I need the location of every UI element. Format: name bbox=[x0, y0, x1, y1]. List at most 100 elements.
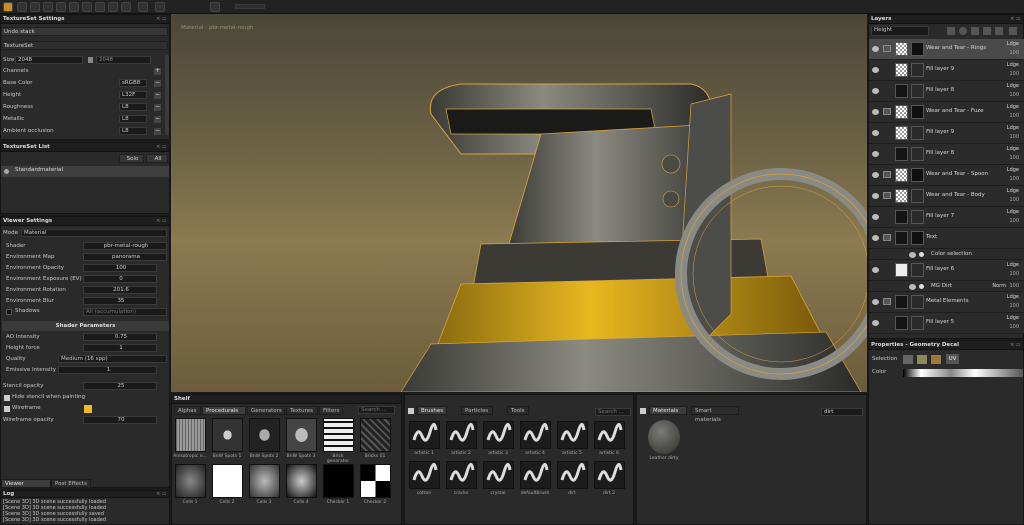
shelf-tile-thumbnail[interactable] bbox=[212, 418, 243, 452]
shelf-tile-thumbnail[interactable] bbox=[286, 464, 317, 498]
layer-opacity[interactable]: 100 bbox=[1009, 71, 1019, 77]
link-icon[interactable] bbox=[88, 57, 93, 63]
layer-blend-mode[interactable]: Ldge bbox=[1007, 262, 1019, 268]
brush-thumbnail[interactable] bbox=[520, 461, 551, 489]
grid-view-icon[interactable] bbox=[408, 408, 414, 414]
channel-format-select[interactable]: L8 bbox=[119, 115, 147, 123]
visibility-icon[interactable] bbox=[872, 88, 879, 94]
channel-select[interactable]: Height bbox=[871, 26, 929, 36]
layer-blend-mode[interactable]: Ldge bbox=[1007, 83, 1019, 89]
layer-blend-mode[interactable]: Ldge bbox=[1007, 167, 1019, 173]
layer-opacity[interactable]: 100 bbox=[1009, 197, 1019, 203]
shelf-tab[interactable]: Filters bbox=[319, 406, 343, 415]
env-blur-slider[interactable]: 35 bbox=[83, 297, 157, 305]
close-icon[interactable]: × ▫ bbox=[156, 217, 166, 226]
shelf-tab[interactable]: Procedurals bbox=[202, 406, 246, 415]
layer-row[interactable]: Fill layer 8 Ldge 100 bbox=[869, 81, 1024, 102]
size-select-2[interactable]: 2048 bbox=[96, 56, 151, 64]
brush-thumbnail[interactable] bbox=[594, 461, 625, 489]
layer-blend-mode[interactable]: Ldge bbox=[1007, 294, 1019, 300]
material-tab[interactable]: Smart materials bbox=[691, 406, 739, 423]
add-folder-icon[interactable] bbox=[995, 27, 1003, 35]
quality-select[interactable]: Medium (16 spp) bbox=[58, 355, 167, 363]
layer-opacity[interactable]: 100 bbox=[1009, 218, 1019, 224]
brush-thumbnail[interactable] bbox=[557, 421, 588, 449]
shelf-tile-thumbnail[interactable] bbox=[249, 418, 280, 452]
view-icon[interactable] bbox=[210, 2, 220, 12]
color-gradient-slider[interactable] bbox=[903, 369, 1023, 377]
add-fill-layer-icon[interactable] bbox=[947, 27, 955, 35]
add-channel-icon[interactable]: + bbox=[154, 68, 161, 75]
view-slider[interactable] bbox=[235, 4, 265, 9]
brush-thumbnail[interactable] bbox=[446, 461, 477, 489]
render-icon[interactable] bbox=[138, 2, 148, 12]
layer-row[interactable]: Wear and Tear - Fuze Ldge 100 bbox=[869, 102, 1024, 123]
shelf-tile-thumbnail[interactable] bbox=[175, 418, 206, 452]
material-thumbnail[interactable] bbox=[648, 420, 680, 454]
brush-thumbnail[interactable] bbox=[409, 421, 440, 449]
wireframe-opacity-slider[interactable]: 70 bbox=[83, 416, 157, 424]
visibility-icon[interactable] bbox=[872, 109, 879, 115]
remove-channel-icon[interactable]: − bbox=[154, 80, 161, 87]
folder-icon[interactable] bbox=[883, 298, 891, 305]
visibility-icon[interactable] bbox=[872, 299, 879, 305]
layer-blend-mode[interactable]: Norm bbox=[992, 283, 1006, 289]
env-exposure-slider[interactable]: 0 bbox=[83, 275, 157, 283]
layer-blend-mode[interactable]: Ldge bbox=[1007, 315, 1019, 321]
brush-tab[interactable]: Tools bbox=[507, 406, 529, 415]
visibility-icon[interactable] bbox=[872, 130, 879, 136]
all-button[interactable]: All bbox=[146, 154, 168, 163]
brush-tab[interactable]: Brushes bbox=[417, 406, 447, 415]
hide-stencil-checkbox[interactable] bbox=[4, 395, 10, 401]
layer-row[interactable]: Fill layer 9 Ldge 100 bbox=[869, 123, 1024, 144]
brush-thumbnail[interactable] bbox=[409, 461, 440, 489]
ao-slider[interactable]: 0.75 bbox=[83, 333, 157, 341]
visibility-icon[interactable] bbox=[872, 46, 879, 52]
shelf-tile-thumbnail[interactable] bbox=[212, 464, 243, 498]
layer-opacity[interactable]: 100 bbox=[1009, 303, 1019, 309]
channel-format-select[interactable]: L8 bbox=[119, 103, 147, 111]
layer-blend-mode[interactable]: Ldge bbox=[1007, 209, 1019, 215]
layer-row[interactable]: Fill layer 7 Ldge 100 bbox=[869, 207, 1024, 228]
close-icon[interactable]: × ▫ bbox=[156, 143, 166, 152]
shelf-tile-thumbnail[interactable] bbox=[175, 464, 206, 498]
brush-search-input[interactable]: Search ... bbox=[595, 408, 631, 416]
tab-viewer-settings[interactable]: Viewer Settings bbox=[1, 479, 51, 496]
object-select-icon[interactable] bbox=[917, 355, 927, 364]
visibility-icon[interactable] bbox=[872, 67, 879, 73]
grid-view-icon[interactable] bbox=[640, 408, 646, 414]
layer-row[interactable]: Wear and Tear - Spoon Ldge 100 bbox=[869, 165, 1024, 186]
visibility-icon[interactable] bbox=[872, 214, 879, 220]
camera-icon[interactable] bbox=[121, 2, 131, 12]
layer-row[interactable]: Color selection bbox=[869, 249, 1024, 260]
folder-icon[interactable] bbox=[883, 45, 891, 52]
add-effect-icon[interactable] bbox=[983, 27, 991, 35]
shadows-select[interactable]: All (accumulation) bbox=[83, 308, 167, 316]
layer-blend-mode[interactable]: Ldge bbox=[1007, 125, 1019, 131]
close-icon[interactable]: × ▫ bbox=[156, 15, 166, 24]
brush-thumbnail[interactable] bbox=[557, 461, 588, 489]
visibility-icon[interactable] bbox=[872, 151, 879, 157]
tab-post-effects[interactable]: Post Effects bbox=[51, 479, 91, 488]
paint-tool-icon[interactable] bbox=[17, 2, 27, 12]
folder-icon[interactable] bbox=[883, 234, 891, 241]
folder-icon[interactable] bbox=[883, 171, 891, 178]
layer-opacity[interactable]: 100 bbox=[1009, 271, 1019, 277]
triangle-select-icon[interactable] bbox=[903, 355, 913, 364]
layer-opacity[interactable]: 100 bbox=[1009, 155, 1019, 161]
brush-thumbnail[interactable] bbox=[594, 421, 625, 449]
height-force-slider[interactable]: 1 bbox=[83, 344, 157, 352]
env-opacity-slider[interactable]: 100 bbox=[83, 264, 157, 272]
shadows-checkbox[interactable] bbox=[6, 309, 12, 315]
solo-button[interactable]: Solo bbox=[119, 154, 144, 163]
visibility-icon[interactable] bbox=[872, 320, 879, 326]
visibility-icon[interactable] bbox=[4, 169, 9, 174]
shelf-search-input[interactable]: Search ... bbox=[358, 406, 395, 414]
shelf-tab[interactable]: Generators bbox=[247, 406, 285, 415]
visibility-icon[interactable] bbox=[909, 252, 916, 258]
undo-stack-button[interactable]: Undo stack bbox=[1, 27, 168, 36]
shelf-tile-thumbnail[interactable] bbox=[360, 418, 391, 452]
scrollbar[interactable] bbox=[165, 55, 169, 135]
shader-params-header[interactable]: Shader Parameters bbox=[2, 321, 169, 331]
visibility-icon[interactable] bbox=[872, 267, 879, 273]
